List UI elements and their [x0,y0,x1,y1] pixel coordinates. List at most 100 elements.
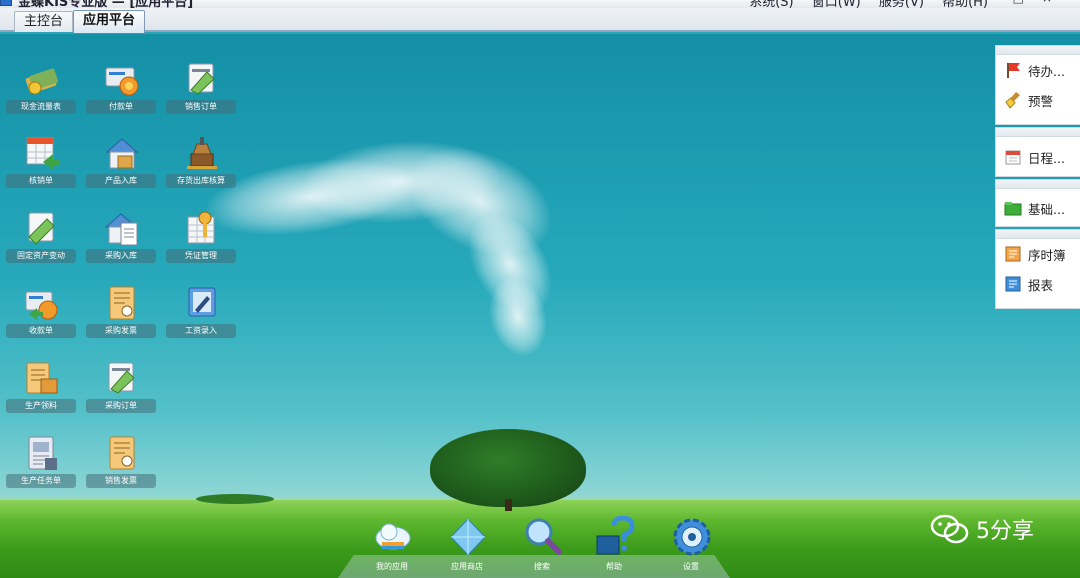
watermark: 5分享 [930,512,1034,546]
dock-label: 应用商店 [451,562,483,571]
side-panel-basic: 基础... [995,179,1080,227]
todo-link[interactable]: 待办... [996,55,1080,85]
app-inventory-out-costing[interactable]: 存货出库核算 [166,134,236,196]
app-purchase-stock-in[interactable]: 采购入库 [86,209,156,271]
app-receipt-voucher[interactable]: 收款单 [6,284,76,346]
panel-header [996,230,1080,239]
app-label: 付款单 [86,100,156,114]
panel-header [996,180,1080,189]
dock-search[interactable]: 搜索 [509,516,575,576]
gear-icon [673,518,711,556]
app-purchase-invoice[interactable]: 采购发票 [86,284,156,346]
app-purchase-order[interactable]: 采购订单 [86,359,156,421]
watermark-text: 5分享 [976,519,1034,544]
tree-trunk [505,499,512,511]
cloud-apps-icon [375,523,411,550]
purchase-stockin-icon [104,213,138,246]
voucher-icon [187,211,215,244]
tab-main-console[interactable]: 主控台 [14,11,74,32]
app-label: 采购订单 [86,399,156,413]
app-label: 存货出库核算 [166,174,236,188]
window-controls: —□× [983,0,1070,5]
app-fixed-asset-change[interactable]: 固定资产变动 [6,209,76,271]
app-label: 采购发票 [86,324,156,338]
app-salary-entry[interactable]: 工资录入 [166,284,236,346]
journal-link[interactable]: 序时簿 [996,239,1080,269]
app-label: 产品入库 [86,174,156,188]
orange-ledger-icon [1005,246,1021,262]
app-sales-invoice[interactable]: 销售发票 [86,434,156,496]
alert-label: 预警 [1028,93,1054,109]
close-button[interactable]: × [1042,0,1070,5]
green-folder-icon [1004,202,1022,216]
inventory-cost-icon [187,137,217,169]
fixed-asset-icon [28,212,55,245]
minimize-button[interactable]: — [983,0,1013,5]
calendar-icon [1005,150,1021,165]
app-label: 销售订单 [166,100,236,114]
dock-label: 设置 [683,562,699,571]
app-product-stock-in[interactable]: 产品入库 [86,134,156,196]
broom-icon [1005,92,1020,109]
schedule-label: 日程... [1028,150,1065,166]
sales-invoice-icon [109,436,135,470]
app-label: 生产领料 [6,399,76,413]
journal-label: 序时簿 [1028,247,1066,263]
basic-data-label: 基础... [1028,201,1065,217]
menu-service[interactable]: 服务(V) [879,0,924,8]
report-link[interactable]: 报表 [996,269,1080,299]
sales-order-icon [188,63,215,95]
tab-bar: 主控台 应用平台 [0,8,1080,33]
app-label: 采购入库 [86,249,156,263]
desktop-background [0,34,1080,578]
app-label: 凭证管理 [166,249,236,263]
app-write-off[interactable]: 核销单 [6,134,76,196]
app-label: 现金流量表 [6,100,76,114]
material-issue-icon [26,362,58,394]
app-payment-voucher[interactable]: 付款单 [86,60,156,122]
product-stockin-icon [105,138,139,169]
dock-help[interactable]: 帮助 [581,516,647,576]
basic-data-link[interactable]: 基础... [996,189,1080,227]
report-label: 报表 [1028,277,1054,293]
tab-application-platform[interactable]: 应用平台 [73,10,146,33]
app-production-material-issue[interactable]: 生产领料 [6,359,76,421]
purchase-order-icon [108,362,135,394]
cash-flow-icon [25,68,58,95]
todo-label: 待办... [1028,63,1065,79]
side-panel-todo: 待办... 预警 [995,45,1080,125]
menu-window[interactable]: 窗口(W) [812,0,861,8]
menu-help[interactable]: 帮助(H) [942,0,988,8]
dock-label: 搜索 [534,562,550,571]
dock-app-store[interactable]: 应用商店 [434,516,500,576]
menu-system[interactable]: 系统(S) [749,0,793,8]
dock-label: 我的应用 [376,562,408,571]
alert-link[interactable]: 预警 [996,85,1080,115]
red-flag-icon [1007,63,1020,78]
app-voucher-management[interactable]: 凭证管理 [166,209,236,271]
dock-label: 帮助 [606,562,622,571]
verification-icon [26,137,59,170]
wechat-icon [930,514,969,544]
dock-my-apps[interactable]: 我的应用 [359,516,425,576]
app-label: 收款单 [6,324,76,338]
dock-settings[interactable]: 设置 [658,516,724,576]
window-title: 金蝶KIS专业版 — [应用平台] [18,0,194,8]
app-cash-flow-statement[interactable]: 现金流量表 [6,60,76,122]
magnifier-icon [525,518,562,555]
app-label: 工资录入 [166,324,236,338]
receipt-icon [25,291,58,320]
payment-icon [105,67,139,96]
distant-bushes [196,494,274,504]
app-label: 生产任务单 [6,474,76,488]
app-production-task-order[interactable]: 生产任务单 [6,434,76,496]
purchase-invoice-icon [109,286,135,320]
app-sales-order[interactable]: 销售订单 [166,60,236,122]
title-bar: 金蝶KIS专业版 — [应用平台] 系统(S) 窗口(W) 服务(V) 帮助(H… [0,0,1080,8]
maximize-button[interactable]: □ [1013,0,1042,5]
app-logo-icon [0,0,12,6]
blue-report-icon [1005,276,1021,292]
schedule-link[interactable]: 日程... [996,137,1080,177]
app-label: 固定资产变动 [6,249,76,263]
menu-bar: 系统(S) 窗口(W) 服务(V) 帮助(H) [735,0,988,8]
